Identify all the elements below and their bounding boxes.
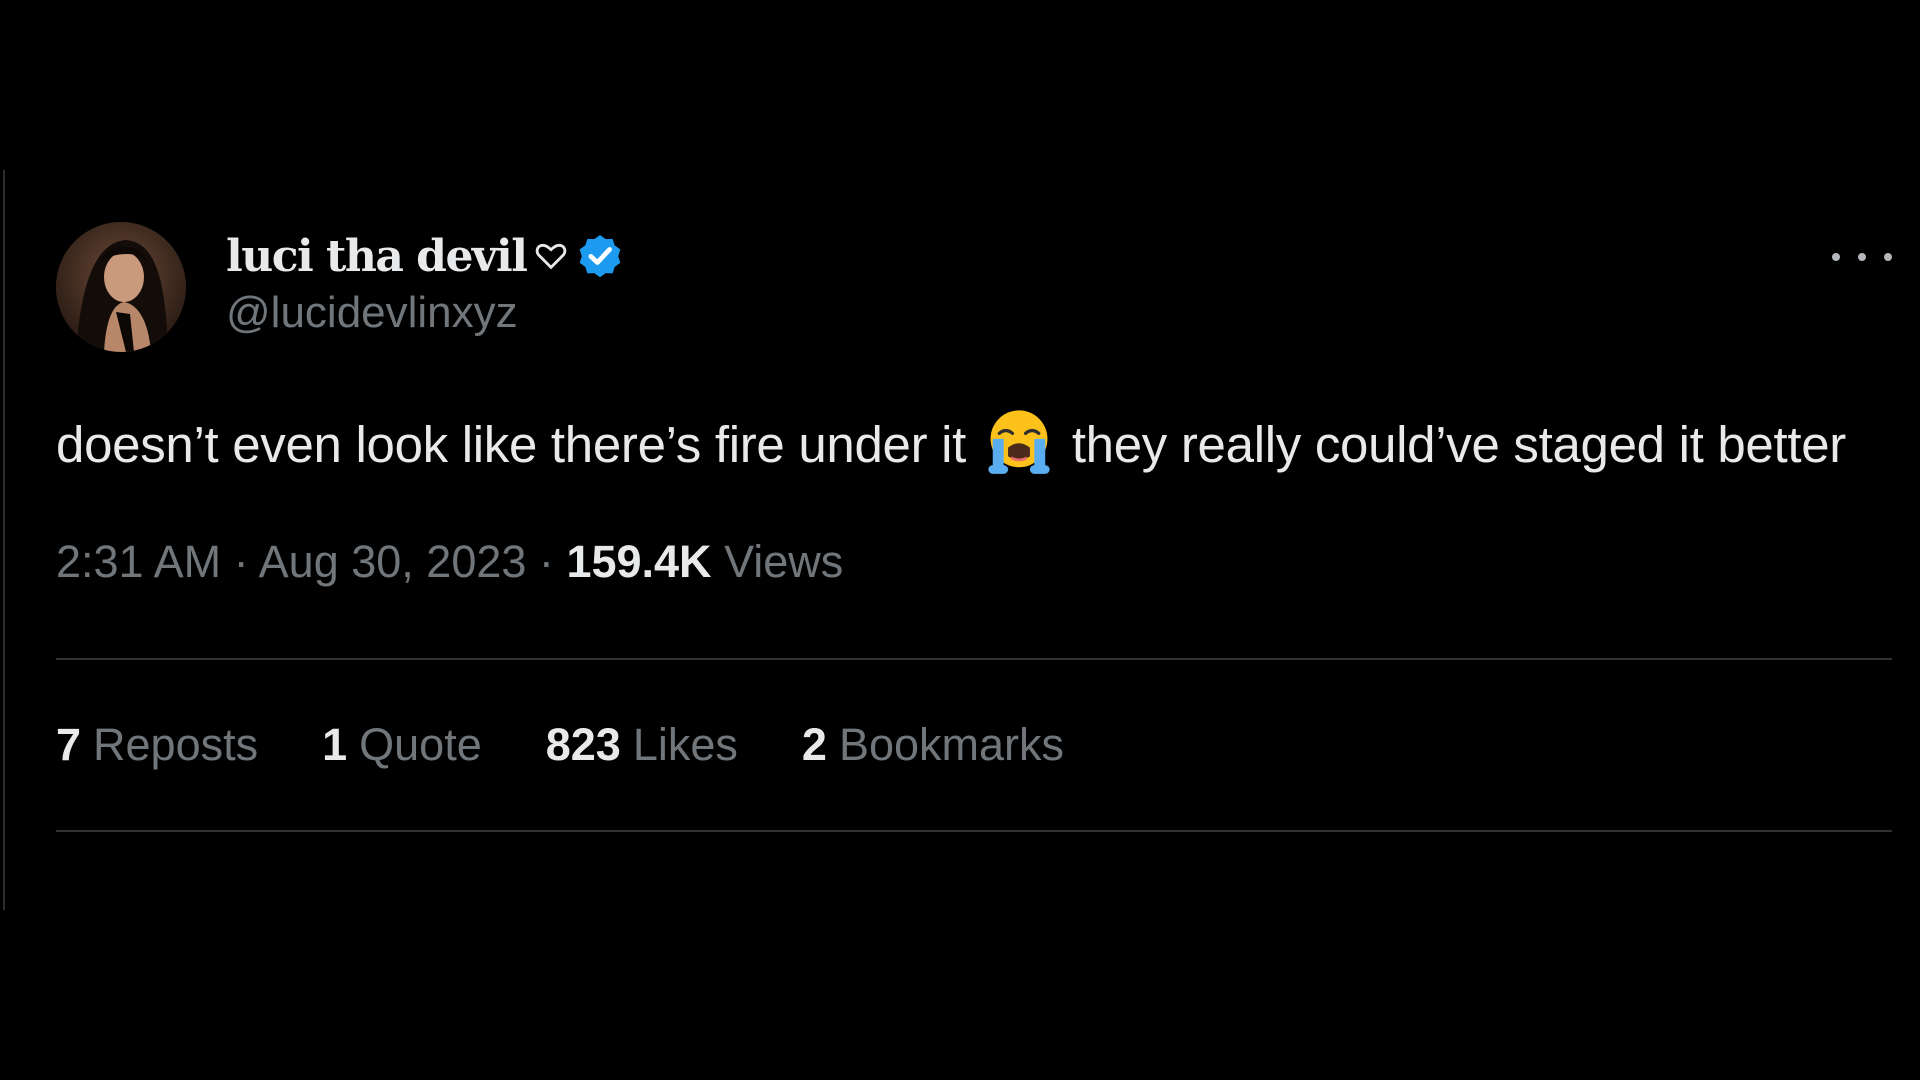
quotes-count: 1 <box>322 719 348 770</box>
tweet-card[interactable]: luci tha devil @lucidevlinxyz doesn’t ev… <box>56 222 1892 832</box>
tweet-text: doesn’t even look like there’s fire unde… <box>56 406 1876 484</box>
bookmarks-count: 2 <box>801 719 827 770</box>
likes-stat[interactable]: 823 Likes <box>546 719 738 771</box>
views-label: Views <box>724 536 844 587</box>
verified-badge-icon <box>574 230 626 282</box>
engagement-stats: 7 Reposts 1 Quote 823 Likes 2 Bookmarks <box>56 660 1892 830</box>
quotes-stat[interactable]: 1 Quote <box>322 719 482 771</box>
reposts-stat[interactable]: 7 Reposts <box>56 719 258 771</box>
bookmarks-stat[interactable]: 2 Bookmarks <box>802 719 1064 771</box>
timeline-border <box>3 170 5 910</box>
more-options-icon[interactable] <box>1832 242 1892 272</box>
tweet-meta: 2:31 AM · Aug 30, 2023 · 159.4K Views <box>56 536 1892 588</box>
avatar[interactable] <box>56 222 186 352</box>
tweet-header: luci tha devil @lucidevlinxyz <box>56 222 1892 354</box>
meta-separator: · <box>538 536 554 587</box>
tweet-text-part-1: doesn’t even look like there’s fire unde… <box>56 416 967 473</box>
avatar-image <box>56 222 186 352</box>
divider <box>56 830 1892 832</box>
tweet-text-part-2: they really could’ve staged it better <box>1071 416 1846 473</box>
bookmarks-label: Bookmarks <box>838 719 1065 770</box>
tweet-date[interactable]: Aug 30, 2023 <box>259 536 527 587</box>
author-info: luci tha devil @lucidevlinxyz <box>226 226 626 338</box>
tweet-screenshot: luci tha devil @lucidevlinxyz doesn’t ev… <box>0 0 1920 1080</box>
reposts-count: 7 <box>56 719 82 770</box>
meta-separator: · <box>233 536 249 587</box>
reposts-label: Reposts <box>93 719 259 770</box>
loudly-crying-face-icon <box>984 406 1054 476</box>
views-count: 159.4K <box>566 536 712 587</box>
display-name[interactable]: luci tha devil <box>226 231 528 282</box>
tweet-time[interactable]: 2:31 AM <box>56 536 221 587</box>
display-name-row: luci tha devil <box>226 226 626 286</box>
heart-outline-icon <box>534 239 568 273</box>
likes-label: Likes <box>632 719 738 770</box>
quotes-label: Quote <box>359 719 482 770</box>
likes-count: 823 <box>545 719 621 770</box>
author-handle[interactable]: @lucidevlinxyz <box>226 288 626 338</box>
